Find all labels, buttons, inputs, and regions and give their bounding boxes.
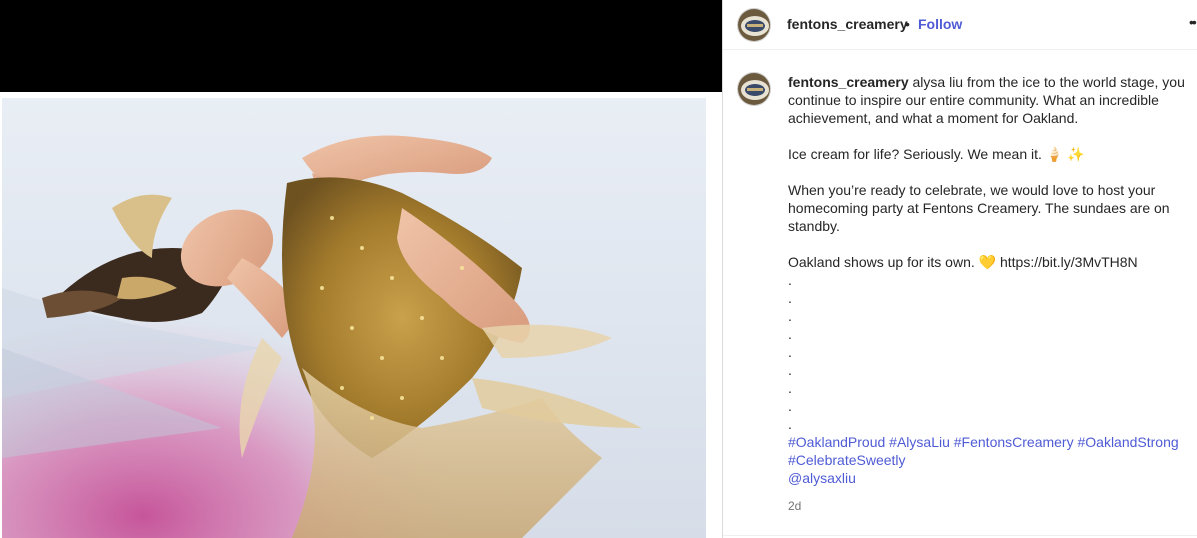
caption-dot: . (788, 290, 792, 306)
follow-button[interactable]: Follow (918, 16, 962, 32)
caption-hashtags[interactable]: #OaklandProud #AlysaLiu #FentonsCreamery… (788, 433, 1188, 469)
caption-paragraph-1: fentons_creamery alysa liu from the ice … (788, 73, 1188, 127)
caption-dot: . (788, 272, 792, 288)
caption-mention-link[interactable]: @alysaxliu (788, 469, 1188, 487)
header-separator: • (905, 16, 910, 32)
footer-divider (723, 535, 1197, 536)
post-caption: fentons_creamery alysa liu from the ice … (788, 73, 1188, 487)
caption-dot: . (788, 362, 792, 378)
post-timestamp[interactable]: 2d (788, 499, 801, 513)
caption-dot: . (788, 416, 792, 432)
post-side-panel: fentons_creamery • Follow •• fentons_cre… (723, 0, 1197, 538)
post-image[interactable] (2, 98, 706, 538)
header-username-link[interactable]: fentons_creamery (787, 16, 908, 32)
post-media-panel (0, 0, 722, 538)
caption-paragraph-3: When you’re ready to celebrate, we would… (788, 182, 1170, 234)
caption-dots: . . . . . . . . . (788, 271, 1188, 433)
caption-paragraph-2: Ice cream for life? Seriously. We mean i… (788, 146, 1085, 162)
caption-dot: . (788, 308, 792, 324)
caption-dot: . (788, 344, 792, 360)
caption-username-link[interactable]: fentons_creamery (788, 74, 909, 90)
caption-dot: . (788, 326, 792, 342)
caption-dot: . (788, 380, 792, 396)
media-topbar (0, 0, 722, 92)
caption-avatar-icon[interactable] (737, 72, 771, 106)
avatar-icon[interactable] (737, 8, 771, 42)
caption-dot: . (788, 398, 792, 414)
post-header: fentons_creamery • Follow •• (723, 0, 1197, 50)
more-icon[interactable]: •• (1189, 14, 1197, 30)
caption-paragraph-4: Oakland shows up for its own. 💛 https://… (788, 254, 1138, 270)
